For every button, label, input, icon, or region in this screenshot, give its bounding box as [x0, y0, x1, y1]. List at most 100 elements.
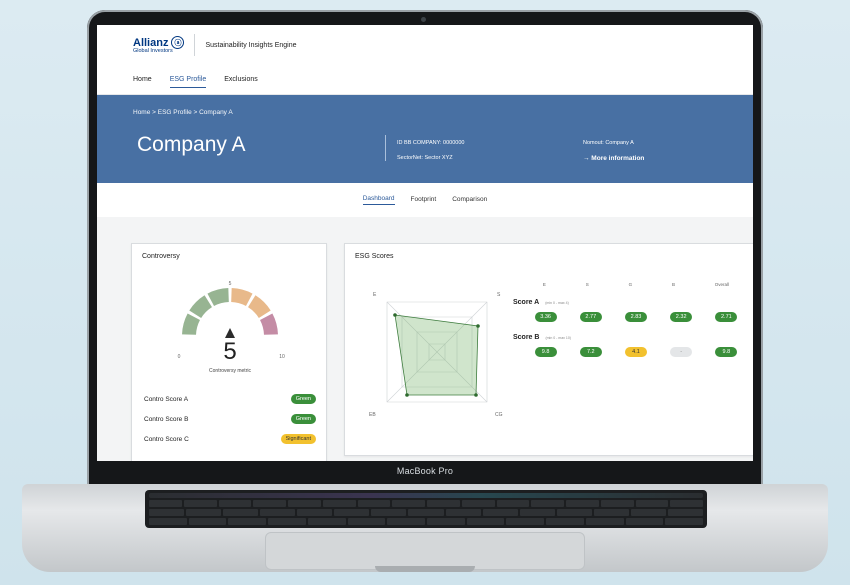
esg-radar-chart: E S EB CG — [369, 292, 503, 416]
nav-home[interactable]: Home — [133, 72, 152, 87]
key — [630, 509, 666, 516]
key — [461, 500, 495, 507]
key — [183, 500, 217, 507]
app-title: Sustainability Insights Engine — [205, 41, 297, 49]
score-chip: 4.1 — [624, 347, 647, 357]
contro-score-label: Contro Score A — [144, 395, 189, 403]
radar-label-e: E — [373, 292, 377, 298]
radar-point — [474, 393, 478, 397]
gauge-pointer-icon — [225, 328, 235, 338]
column-header: Overall — [714, 282, 730, 287]
column-header: B — [671, 282, 675, 287]
more-information-link[interactable]: → More information — [583, 151, 644, 166]
key-row — [149, 500, 703, 507]
company-ids: ID BB COMPANY: 0000000 SectorNet: Sector… — [397, 136, 464, 166]
screen: Allianz ⓐ Global Investors Sustainabilit… — [97, 25, 753, 461]
key — [546, 518, 584, 525]
key — [427, 518, 465, 525]
key — [466, 518, 505, 525]
key — [445, 509, 481, 516]
contro-score-row: Contro Score B Green — [144, 414, 316, 424]
key — [260, 509, 296, 516]
score-a-row: 3.36 2.77 2.83 2.32 2.71 — [513, 312, 749, 322]
gauge-segment — [248, 295, 271, 318]
page-title: Company A — [137, 133, 246, 156]
column-header: S — [585, 282, 589, 287]
score-chip: 9.8 — [715, 347, 738, 357]
key — [218, 500, 252, 507]
company-hero: Home > ESG Profile > Company A Company A… — [97, 95, 753, 183]
nav-esg-profile[interactable]: ESG Profile — [169, 72, 207, 88]
key — [188, 518, 227, 525]
key — [625, 518, 664, 525]
gauge-segment — [260, 313, 278, 335]
gauge-segment — [189, 295, 212, 318]
radar-point — [393, 313, 397, 317]
key — [506, 518, 545, 525]
contro-score-label: Contro Score B — [144, 415, 189, 423]
key — [297, 509, 333, 516]
status-badge: Green — [290, 414, 316, 424]
contro-score-row: Contro Score A Green — [144, 394, 316, 404]
key — [408, 509, 444, 516]
profile-tabs: Dashboard Footprint Comparison — [97, 183, 753, 217]
key — [482, 509, 518, 516]
radar-label-s: S — [497, 292, 501, 298]
score-chip: 3.36 — [534, 312, 557, 322]
score-column-headers: E S G B Overall — [513, 282, 749, 287]
score-b-header: Score B (min 0 - max 10) — [513, 334, 749, 341]
key — [392, 500, 425, 507]
company-sector: SectorNet: Sector XYZ — [397, 155, 453, 161]
app-header: Allianz ⓐ Global Investors Sustainabilit… — [97, 25, 753, 65]
key — [149, 509, 185, 516]
device-model-label: MacBook Pro — [396, 466, 454, 476]
breadcrumb[interactable]: Home > ESG Profile > Company A — [133, 109, 233, 116]
key — [566, 500, 599, 507]
nav-exclusions[interactable]: Exclusions — [224, 72, 257, 87]
company-name-field: Nomout: Company A — [583, 140, 634, 146]
contro-score-row: Contro Score C Significant — [144, 434, 316, 444]
brand-name: Allianz — [133, 36, 169, 49]
keyboard — [145, 490, 707, 528]
key — [670, 500, 703, 507]
score-chip: 9.8 — [534, 347, 557, 357]
controversy-gauge: 5 0 10 5 Controversy metric — [178, 281, 285, 374]
score-a-header: Score A (min 0 - max 4) — [513, 299, 749, 306]
score-name: Score B — [513, 334, 540, 341]
brand-subtitle: Global Investors — [133, 48, 173, 54]
score-chip: 2.32 — [670, 312, 693, 322]
camera-icon — [421, 17, 426, 22]
radar-label-cg: CG — [495, 412, 503, 416]
radar-area — [394, 314, 479, 396]
esg-scores-card: ESG Scores E S EB CG E S G B Overall Sco… — [344, 243, 753, 456]
score-range: (min 0 - max 4) — [545, 301, 569, 305]
key — [600, 500, 634, 507]
hero-divider — [385, 135, 386, 161]
key — [531, 500, 564, 507]
gauge-metric-label: Controversy metric — [209, 368, 251, 374]
key-row — [149, 518, 704, 525]
score-chip: 2.77 — [579, 312, 602, 322]
status-badge: Significant — [280, 434, 316, 444]
tab-comparison[interactable]: Comparison — [452, 196, 487, 205]
key — [519, 509, 555, 516]
company-id: ID BB COMPANY: 0000000 — [397, 140, 465, 146]
key-row — [149, 509, 703, 516]
laptop-lip — [375, 566, 475, 572]
key — [288, 500, 321, 507]
column-header: E — [542, 282, 546, 287]
key — [427, 500, 460, 507]
score-chip: 2.71 — [715, 312, 738, 322]
tab-footprint[interactable]: Footprint — [411, 196, 437, 205]
key — [585, 518, 624, 525]
key — [334, 509, 370, 516]
trackpad — [265, 532, 585, 570]
gauge-scale-min: 0 — [178, 354, 181, 360]
tab-dashboard[interactable]: Dashboard — [362, 195, 395, 205]
key — [635, 500, 669, 507]
key — [322, 500, 356, 507]
key — [253, 500, 286, 507]
score-chip: - — [670, 347, 693, 357]
brand-logo[interactable]: Allianz ⓐ Global Investors — [133, 36, 185, 54]
key — [357, 500, 391, 507]
